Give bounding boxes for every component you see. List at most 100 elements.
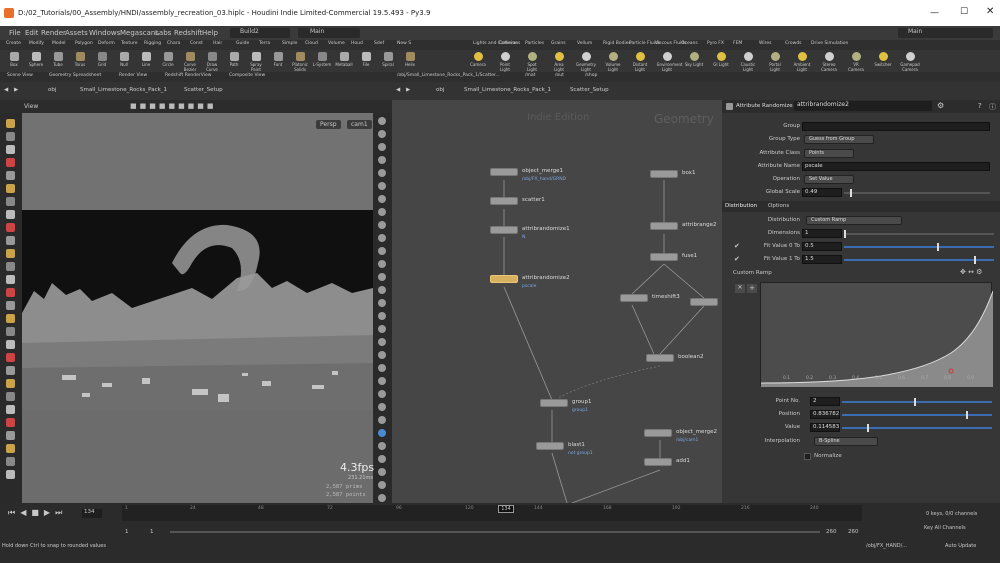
display-option-icon[interactable]: [378, 247, 386, 255]
point-no-field[interactable]: 2: [810, 397, 840, 406]
ramp-editor[interactable]: 0.1 0.2 0.3 0.4 0.5 0.6 0.7 0.8 0.9: [760, 282, 993, 387]
minimize-button[interactable]: —: [930, 8, 939, 18]
path-rocks[interactable]: Small_Limestone_Rocks_Pack_1: [80, 87, 167, 93]
fit1-checkbox[interactable]: ✔: [734, 255, 740, 263]
shelf-tool[interactable]: GI Light: [711, 51, 731, 67]
shelf-tab[interactable]: Texture: [118, 40, 140, 47]
pane-tab[interactable]: Render View: [116, 72, 150, 79]
viewport-tool-icon[interactable]: [6, 145, 15, 154]
path-scatter[interactable]: Scatter_Setup: [570, 87, 609, 93]
back-arrow-icon[interactable]: ◀: [4, 87, 8, 93]
shelf-tool[interactable]: Spiral: [378, 51, 398, 67]
shelf-tool[interactable]: Font: [268, 51, 288, 67]
end-frame-field-2[interactable]: 260: [848, 529, 859, 535]
scene-viewport[interactable]: Persp cam1 4.3fps 231.21ms 2,587 prims 2…: [22, 113, 374, 503]
display-option-icon[interactable]: [378, 312, 386, 320]
group-type-select[interactable]: Guess from Group: [804, 135, 874, 144]
display-option-icon[interactable]: [378, 468, 386, 476]
node-timeshift3[interactable]: timeshift3: [620, 294, 680, 302]
operation-select[interactable]: Set Value: [804, 175, 854, 184]
pane-tab[interactable]: Scene View: [4, 72, 36, 79]
dimensions-field[interactable]: 1: [802, 229, 842, 238]
display-option-icon[interactable]: [378, 481, 386, 489]
dimensions-track[interactable]: [844, 233, 994, 235]
path-obj[interactable]: obj: [436, 87, 444, 93]
shelf-tool[interactable]: Platonic Solids: [290, 51, 310, 72]
attribute-name-field[interactable]: pscale: [802, 162, 990, 171]
viewport-tool-icon[interactable]: [6, 158, 15, 167]
dimensions-handle[interactable]: [844, 230, 846, 238]
viewport-tool-icon[interactable]: [6, 275, 15, 284]
display-option-icon[interactable]: [378, 143, 386, 151]
fit1-track[interactable]: [844, 259, 994, 261]
current-frame-field[interactable]: 134: [82, 509, 102, 518]
shelf-tab[interactable]: Crowds: [782, 40, 805, 47]
viewport-tool-icon[interactable]: [6, 119, 15, 128]
shelf-tab[interactable]: Sdef: [371, 40, 387, 47]
shelf-tool[interactable]: Helix: [400, 51, 420, 67]
viewport-tool-icon[interactable]: [6, 314, 15, 323]
global-scale-handle[interactable]: [850, 189, 852, 197]
shelf-tool[interactable]: L-System: [312, 51, 332, 67]
range-bar[interactable]: [170, 531, 820, 533]
viewport-tool-icon[interactable]: [6, 288, 15, 297]
end-frame-field[interactable]: 260: [826, 529, 837, 535]
forward-arrow-icon[interactable]: ▶: [14, 87, 18, 93]
ramp-tool-icons[interactable]: ✥ ↔ ⚙: [960, 268, 982, 276]
viewport-tool-icon[interactable]: [6, 171, 15, 180]
node-scatter1[interactable]: scatter1: [490, 197, 545, 205]
viewport-tool-icon[interactable]: [6, 184, 15, 193]
interpolation-select[interactable]: B-Spline: [814, 437, 878, 446]
viewport-tool-icon[interactable]: [6, 405, 15, 414]
node-boolean2[interactable]: boolean2: [646, 354, 704, 362]
tab-distribution[interactable]: Distribution: [725, 203, 757, 209]
playhead-marker[interactable]: 134: [498, 505, 514, 513]
path-scatter[interactable]: Scatter_Setup: [184, 87, 223, 93]
shelf-tool[interactable]: Environment Light: [657, 51, 683, 72]
key-all-channels-button[interactable]: Key All Channels: [924, 525, 966, 531]
node-attribrandomize1[interactable]: attribrandomize1 N: [490, 226, 570, 240]
node-object-merge1[interactable]: object_merge1 /obj/FX_hand/GRND: [490, 168, 566, 182]
menu-file[interactable]: File: [9, 29, 21, 37]
shelf-tab[interactable]: Model: [49, 40, 69, 47]
viewport-tool-icon[interactable]: [6, 379, 15, 388]
close-button[interactable]: ✕: [986, 6, 994, 17]
viewport-tool-icon[interactable]: [6, 236, 15, 245]
shelf-tool[interactable]: Area Light: [549, 51, 569, 72]
shelf-tool[interactable]: Path: [224, 51, 244, 67]
pane-tab[interactable]: Redshift RenderView: [162, 72, 214, 79]
display-option-icon[interactable]: [378, 338, 386, 346]
build-select[interactable]: Build2: [230, 28, 290, 38]
shelf-tab[interactable]: Houd: [348, 40, 366, 47]
menu-redshift[interactable]: Redshift: [174, 29, 202, 37]
shelf-tool[interactable]: Distant Light: [630, 51, 650, 72]
attribute-class-select[interactable]: Points: [804, 149, 854, 158]
menu-labs[interactable]: Labs: [155, 29, 171, 37]
menu-edit[interactable]: Edit: [25, 29, 39, 37]
shelf-tool[interactable]: Gamepad Camera: [900, 51, 920, 72]
shelf-tool[interactable]: Metaball: [334, 51, 354, 67]
fit0-track[interactable]: [844, 246, 994, 248]
display-option-icon[interactable]: [378, 351, 386, 359]
fit0-handle[interactable]: [937, 243, 939, 251]
viewport-tool-icon[interactable]: [6, 353, 15, 362]
shelf-tab[interactable]: Guide: [233, 40, 252, 47]
position-handle[interactable]: [966, 411, 968, 419]
pane-tab[interactable]: Geometry Spreadsheet: [46, 72, 104, 79]
shelf-tool[interactable]: Spray Paint: [246, 51, 266, 72]
viewport-tool-icon[interactable]: [6, 431, 15, 440]
shelf-tab[interactable]: Particles: [522, 40, 547, 47]
menu-megascans[interactable]: Megascans: [120, 29, 159, 37]
pane-tab[interactable]: /obj/Small_Limestone_Rocks_Pack_1/Scatte…: [394, 72, 503, 79]
shelf-tab[interactable]: Hair: [210, 40, 225, 47]
display-option-icon[interactable]: [378, 234, 386, 242]
tab-options[interactable]: Options: [768, 203, 789, 209]
shelf-tab[interactable]: Collisions: [496, 40, 523, 47]
shelf-tab[interactable]: Pyro FX: [704, 40, 727, 47]
global-scale-track[interactable]: [844, 192, 990, 194]
shelf-tab[interactable]: Wires: [756, 40, 774, 47]
path-rocks[interactable]: Small_Limestone_Rocks_Pack_1: [464, 87, 551, 93]
display-option-icon[interactable]: [378, 182, 386, 190]
shelf-tool[interactable]: Sphere: [26, 51, 46, 67]
path-obj[interactable]: obj: [48, 87, 56, 93]
